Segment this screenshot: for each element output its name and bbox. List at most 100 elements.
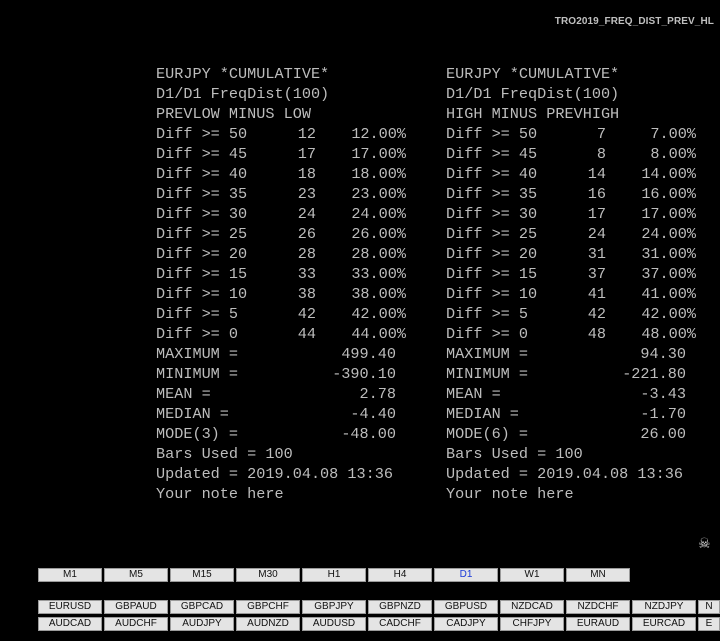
freq-dist-panel-prevlow: EURJPY *CUMULATIVE* D1/D1 FreqDist(100) PR… bbox=[156, 64, 406, 504]
symbol-button-audjpy[interactable]: AUDJPY bbox=[170, 617, 234, 631]
panel-header-line: D1/D1 FreqDist(100) bbox=[156, 85, 330, 103]
dist-row: Diff >= 15 33 33.00% bbox=[156, 264, 406, 284]
dist-row: Diff >= 40 14 14.00% bbox=[446, 164, 696, 184]
dist-row: Diff >= 35 23 23.00% bbox=[156, 184, 406, 204]
dist-percent: 7.00% bbox=[650, 125, 696, 143]
stat-value: -3.43 bbox=[640, 385, 686, 403]
stat-row: MODE(3) = -48.00 bbox=[156, 424, 396, 444]
dist-percent: 38.00% bbox=[351, 285, 406, 303]
panel-header-line: EURJPY *CUMULATIVE* bbox=[156, 65, 330, 83]
stat-value: -4.40 bbox=[350, 405, 396, 423]
dist-row: Diff >= 10 41 41.00% bbox=[446, 284, 696, 304]
dist-percent: 12.00% bbox=[351, 125, 406, 143]
timeframe-button-m5[interactable]: M5 bbox=[104, 568, 168, 582]
freq-dist-panel-high: EURJPY *CUMULATIVE* D1/D1 FreqDist(100) HI… bbox=[446, 64, 696, 504]
dist-percent: 26.00% bbox=[351, 225, 406, 243]
symbol-button-audnzd[interactable]: AUDNZD bbox=[236, 617, 300, 631]
panel-header-line: EURJPY *CUMULATIVE* bbox=[446, 65, 620, 83]
dist-percent: 33.00% bbox=[351, 265, 406, 283]
dist-row: Diff >= 25 26 26.00% bbox=[156, 224, 406, 244]
dist-row: Diff >= 30 17 17.00% bbox=[446, 204, 696, 224]
symbol-button-gbpjpy[interactable]: GBPJPY bbox=[302, 600, 366, 614]
stat-row: MEAN = 2.78 bbox=[156, 384, 396, 404]
dist-row: Diff >= 5 42 42.00% bbox=[446, 304, 696, 324]
symbol-button-gbpaud[interactable]: GBPAUD bbox=[104, 600, 168, 614]
stat-row: MAXIMUM = 94.30 bbox=[446, 344, 686, 364]
symbol-button-audchf[interactable]: AUDCHF bbox=[104, 617, 168, 631]
stat-value: 26.00 bbox=[640, 425, 686, 443]
dist-percent: 41.00% bbox=[641, 285, 696, 303]
dist-percent: 8.00% bbox=[650, 145, 696, 163]
dist-percent: 16.00% bbox=[641, 185, 696, 203]
stat-row: MEDIAN = -4.40 bbox=[156, 404, 396, 424]
timeframe-button-h4[interactable]: H4 bbox=[368, 568, 432, 582]
dist-row: Diff >= 0 44 44.00% bbox=[156, 324, 406, 344]
dist-row: Diff >= 25 24 24.00% bbox=[446, 224, 696, 244]
dist-row: Diff >= 50 12 12.00% bbox=[156, 124, 406, 144]
symbol-button-gbpnzd[interactable]: GBPNZD bbox=[368, 600, 432, 614]
symbol-button-cadjpy[interactable]: CADJPY bbox=[434, 617, 498, 631]
dist-row: Diff >= 15 37 37.00% bbox=[446, 264, 696, 284]
indicator-title: TRO2019_FREQ_DIST_PREV_HL bbox=[554, 16, 714, 27]
stat-value: -390.10 bbox=[332, 365, 396, 383]
dist-percent: 17.00% bbox=[351, 145, 406, 163]
symbol-button-n[interactable]: N bbox=[698, 600, 720, 614]
dist-row: Diff >= 50 7 7.00% bbox=[446, 124, 696, 144]
timeframe-button-m15[interactable]: M15 bbox=[170, 568, 234, 582]
stat-row: MODE(6) = 26.00 bbox=[446, 424, 686, 444]
dist-row: Diff >= 45 17 17.00% bbox=[156, 144, 406, 164]
dist-row: Diff >= 30 24 24.00% bbox=[156, 204, 406, 224]
symbol-button-eurusd[interactable]: EURUSD bbox=[38, 600, 102, 614]
dist-percent: 24.00% bbox=[351, 205, 406, 223]
footer-line: Bars Used = 100 bbox=[156, 445, 293, 463]
symbol-button-nzdchf[interactable]: NZDCHF bbox=[566, 600, 630, 614]
symbol-button-eurcad[interactable]: EURCAD bbox=[632, 617, 696, 631]
footer-line: Updated = 2019.04.08 13:36 bbox=[446, 465, 683, 483]
dist-percent: 42.00% bbox=[351, 305, 406, 323]
dist-row: Diff >= 10 38 38.00% bbox=[156, 284, 406, 304]
dist-percent: 24.00% bbox=[641, 225, 696, 243]
timeframe-button-h1[interactable]: H1 bbox=[302, 568, 366, 582]
stat-value: -1.70 bbox=[640, 405, 686, 423]
dist-percent: 18.00% bbox=[351, 165, 406, 183]
dist-percent: 14.00% bbox=[641, 165, 696, 183]
symbol-button-euraud[interactable]: EURAUD bbox=[566, 617, 630, 631]
symbol-button-nzdcad[interactable]: NZDCAD bbox=[500, 600, 564, 614]
panel-header-line: PREVLOW MINUS LOW bbox=[156, 105, 311, 123]
stat-row: MEDIAN = -1.70 bbox=[446, 404, 686, 424]
stat-value: 94.30 bbox=[640, 345, 686, 363]
symbol-button-chfjpy[interactable]: CHFJPY bbox=[500, 617, 564, 631]
dist-row: Diff >= 40 18 18.00% bbox=[156, 164, 406, 184]
symbol-button-gbpchf[interactable]: GBPCHF bbox=[236, 600, 300, 614]
symbol-button-e[interactable]: E bbox=[698, 617, 720, 631]
dist-row: Diff >= 0 48 48.00% bbox=[446, 324, 696, 344]
symbol-button-cadchf[interactable]: CADCHF bbox=[368, 617, 432, 631]
panel-header-line: HIGH MINUS PREVHIGH bbox=[446, 105, 620, 123]
timeframe-button-w1[interactable]: W1 bbox=[500, 568, 564, 582]
timeframe-button-m1[interactable]: M1 bbox=[38, 568, 102, 582]
skull-icon[interactable]: ☠ bbox=[698, 536, 711, 552]
stat-row: MAXIMUM = 499.40 bbox=[156, 344, 396, 364]
timeframe-button-mn[interactable]: MN bbox=[566, 568, 630, 582]
symbol-button-nzdjpy[interactable]: NZDJPY bbox=[632, 600, 696, 614]
dist-percent: 31.00% bbox=[641, 245, 696, 263]
dist-percent: 17.00% bbox=[641, 205, 696, 223]
stat-row: MEAN = -3.43 bbox=[446, 384, 686, 404]
symbol-button-audusd[interactable]: AUDUSD bbox=[302, 617, 366, 631]
dist-percent: 48.00% bbox=[641, 325, 696, 343]
dist-row: Diff >= 20 31 31.00% bbox=[446, 244, 696, 264]
dist-percent: 28.00% bbox=[351, 245, 406, 263]
note-text: Your note here bbox=[156, 485, 284, 503]
stat-value: 2.78 bbox=[359, 385, 396, 403]
symbol-button-audcad[interactable]: AUDCAD bbox=[38, 617, 102, 631]
timeframe-button-m30[interactable]: M30 bbox=[236, 568, 300, 582]
dist-row: Diff >= 35 16 16.00% bbox=[446, 184, 696, 204]
symbol-button-gbpcad[interactable]: GBPCAD bbox=[170, 600, 234, 614]
stat-value: -48.00 bbox=[341, 425, 396, 443]
symbol-button-gbpusd[interactable]: GBPUSD bbox=[434, 600, 498, 614]
timeframe-button-d1[interactable]: D1 bbox=[434, 568, 498, 582]
dist-row: Diff >= 20 28 28.00% bbox=[156, 244, 406, 264]
stat-row: MINIMUM = -221.80 bbox=[446, 364, 686, 384]
footer-line: Bars Used = 100 bbox=[446, 445, 583, 463]
dist-percent: 37.00% bbox=[641, 265, 696, 283]
